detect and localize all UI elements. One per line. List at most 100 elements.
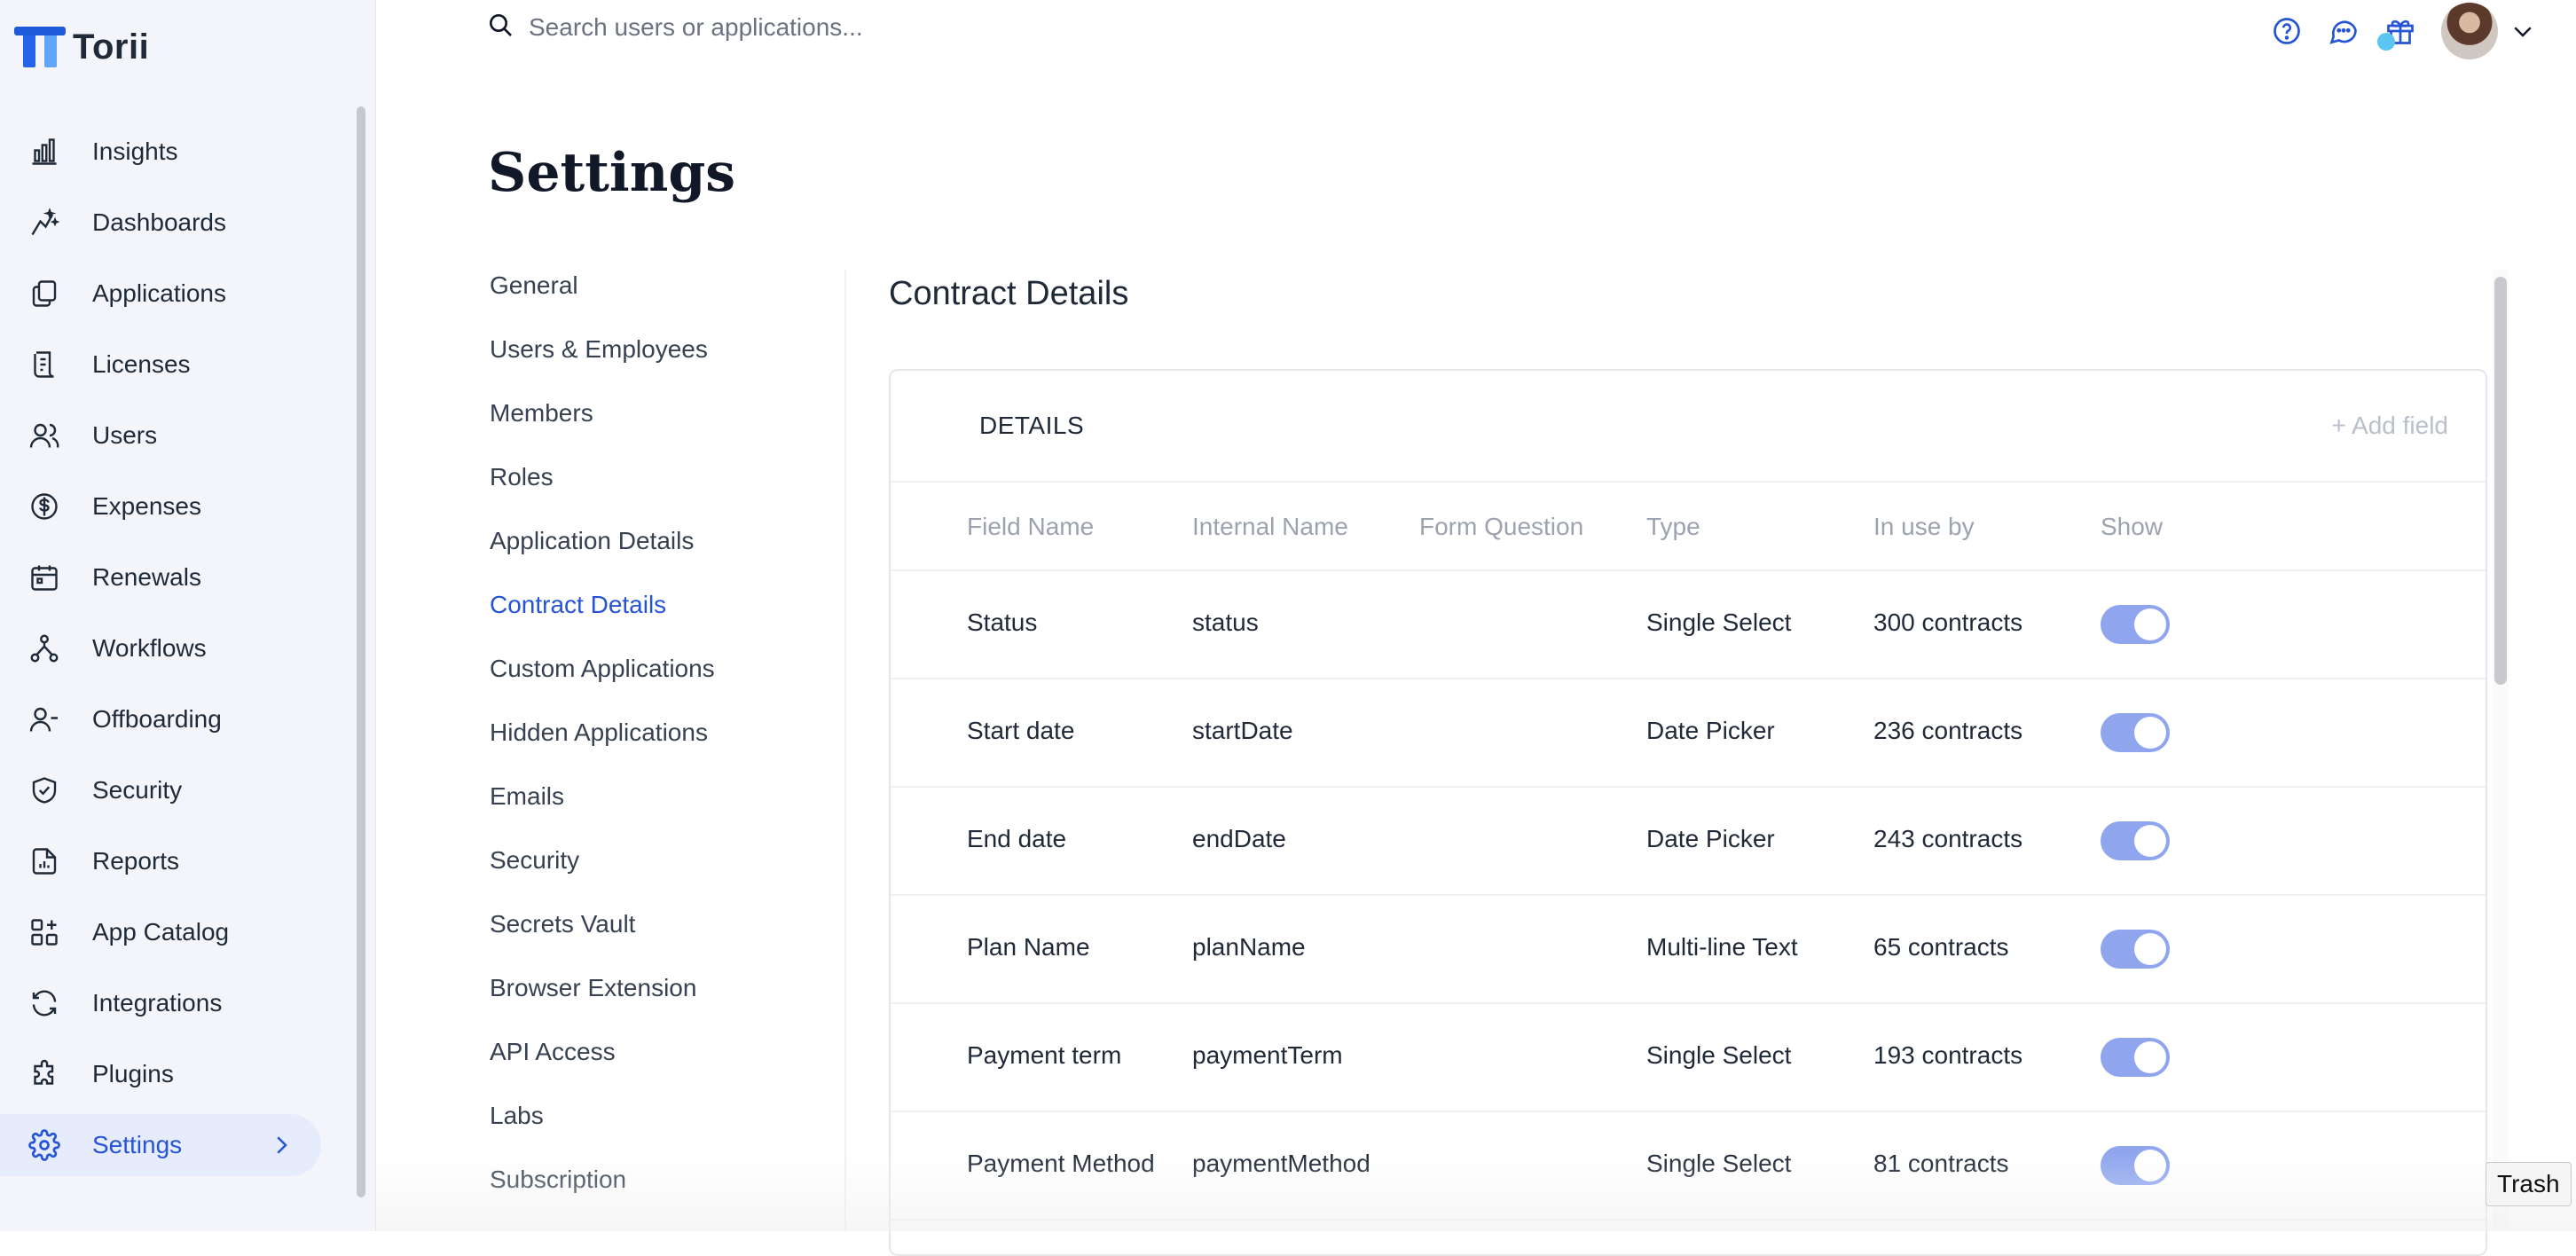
cell-in-use-by: 193 contracts [1873, 1041, 2023, 1069]
settings-nav-browser-extension[interactable]: Browser Extension [490, 974, 844, 1038]
sidebar-item-label: Users [92, 421, 158, 449]
sidebar-item-label: Expenses [92, 492, 201, 520]
sparkle-chart-icon [27, 205, 62, 240]
settings-nav-secrets-vault[interactable]: Secrets Vault [490, 910, 844, 974]
sidebar-item-label: Licenses [92, 350, 191, 378]
settings-nav: General Users & Employees Members Roles … [490, 271, 844, 1229]
content-divider [844, 270, 846, 1231]
cell-in-use-by: 65 contracts [1873, 933, 2009, 961]
toggle-knob [2134, 933, 2166, 965]
sidebar-item-label: Offboarding [92, 705, 222, 733]
sidebar-item-label: Applications [92, 279, 226, 307]
show-toggle[interactable] [2101, 605, 2170, 644]
sidebar-item-app-catalog[interactable]: App Catalog [0, 901, 350, 963]
settings-nav-emails[interactable]: Emails [490, 782, 844, 846]
sidebar-item-expenses[interactable]: Expenses [0, 475, 350, 538]
top-actions [2267, 0, 2560, 62]
column-header-internal-name[interactable]: Internal Name [1192, 513, 1348, 541]
add-field-button[interactable]: + Add field [2331, 412, 2448, 440]
sidebar-item-applications[interactable]: Applications [0, 263, 350, 325]
sidebar-item-label: Renewals [92, 563, 201, 591]
user-minus-icon [27, 702, 62, 737]
chevron-down-icon[interactable] [2503, 12, 2542, 51]
show-toggle[interactable] [2101, 713, 2170, 752]
sidebar-item-label: Insights [92, 137, 178, 165]
sidebar-item-renewals[interactable]: Renewals [0, 546, 350, 608]
sidebar-item-settings[interactable]: Settings [0, 1114, 321, 1176]
settings-nav-api-access[interactable]: API Access [490, 1038, 844, 1102]
sidebar-scrollbar-thumb[interactable] [357, 106, 365, 1197]
settings-nav-hidden-applications[interactable]: Hidden Applications [490, 718, 844, 782]
gift-icon[interactable] [2377, 12, 2420, 51]
column-header-type[interactable]: Type [1646, 513, 1700, 541]
section-title: Contract Details [889, 275, 1129, 312]
settings-nav-general[interactable]: General [490, 271, 844, 335]
cell-field-name: Start date [967, 717, 1075, 744]
sidebar-item-licenses[interactable]: Licenses [0, 334, 350, 396]
sidebar-item-offboarding[interactable]: Offboarding [0, 688, 350, 750]
column-header-field-name[interactable]: Field Name [967, 513, 1094, 541]
table-row[interactable]: Status status Single Select 300 contract… [891, 571, 2486, 679]
cell-type: Date Picker [1646, 717, 1775, 744]
cell-type: Single Select [1646, 1041, 1792, 1069]
sidebar-item-dashboards[interactable]: Dashboards [0, 192, 350, 254]
table-row[interactable]: Plan Name planName Multi-line Text 65 co… [891, 896, 2486, 1004]
cell-field-name: End date [967, 825, 1067, 852]
sidebar-item-integrations[interactable]: Integrations [0, 972, 350, 1034]
toggle-knob [2134, 825, 2166, 857]
show-toggle[interactable] [2101, 821, 2170, 860]
settings-nav-labs[interactable]: Labs [490, 1102, 844, 1166]
sidebar-item-label: Settings [92, 1131, 183, 1158]
workflow-icon [27, 631, 62, 666]
chevron-right-icon [268, 1132, 295, 1163]
table-row[interactable]: Payment term paymentTerm Single Select 1… [891, 1004, 2486, 1112]
table-row[interactable]: Payment Method paymentMethod Single Sele… [891, 1112, 2486, 1221]
column-header-form-question[interactable]: Form Question [1419, 513, 1583, 541]
copy-icon [27, 276, 62, 311]
puzzle-icon [27, 1056, 62, 1092]
settings-nav-users-employees[interactable]: Users & Employees [490, 335, 844, 399]
show-toggle[interactable] [2101, 1146, 2170, 1185]
show-toggle[interactable] [2101, 1038, 2170, 1077]
table-row[interactable]: Start date startDate Date Picker 236 con… [891, 679, 2486, 788]
column-header-show[interactable]: Show [2101, 513, 2163, 541]
sidebar-item-plugins[interactable]: Plugins [0, 1043, 350, 1105]
show-toggle[interactable] [2101, 930, 2170, 969]
cell-internal-name: paymentMethod [1192, 1150, 1370, 1177]
column-header-in-use-by[interactable]: In use by [1873, 513, 1975, 541]
trash-tooltip: Trash [2486, 1162, 2572, 1206]
cell-internal-name: paymentTerm [1192, 1041, 1343, 1069]
sidebar-item-security[interactable]: Security [0, 759, 350, 821]
report-icon [27, 844, 62, 879]
table-row[interactable]: End date endDate Date Picker 243 contrac… [891, 788, 2486, 896]
refresh-icon [27, 985, 62, 1021]
settings-nav-security[interactable]: Security [490, 846, 844, 910]
search-icon [486, 11, 514, 43]
settings-nav-custom-applications[interactable]: Custom Applications [490, 655, 844, 718]
avatar[interactable] [2441, 3, 2498, 59]
cell-type: Single Select [1646, 608, 1792, 636]
sidebar-item-users[interactable]: Users [0, 404, 350, 467]
content-scrollbar-thumb[interactable] [2494, 277, 2507, 685]
receipt-icon [27, 347, 62, 382]
search-input[interactable] [527, 12, 1325, 43]
settings-nav-contract-details[interactable]: Contract Details [490, 591, 844, 655]
sidebar-item-insights[interactable]: Insights [0, 121, 350, 183]
chat-icon[interactable] [2324, 12, 2363, 51]
settings-nav-application-details[interactable]: Application Details [490, 527, 844, 591]
sidebar-item-label: Security [92, 776, 183, 804]
settings-nav-roles[interactable]: Roles [490, 463, 844, 527]
help-icon[interactable] [2267, 12, 2306, 51]
sidebar-item-reports[interactable]: Reports [0, 830, 350, 892]
settings-nav-members[interactable]: Members [490, 399, 844, 463]
cell-in-use-by: 81 contracts [1873, 1150, 2009, 1177]
cell-type: Multi-line Text [1646, 933, 1798, 961]
page-title: Settings [488, 142, 736, 204]
sidebar-item-workflows[interactable]: Workflows [0, 617, 350, 679]
toggle-knob [2134, 1150, 2166, 1181]
sidebar-nav: Insights Dashboards Applications License… [0, 121, 350, 1185]
settings-nav-subscription[interactable]: Subscription [490, 1166, 844, 1229]
torii-logo-icon [14, 27, 66, 67]
torii-logo[interactable]: Torii [14, 27, 149, 67]
sidebar-item-label: App Catalog [92, 918, 230, 946]
